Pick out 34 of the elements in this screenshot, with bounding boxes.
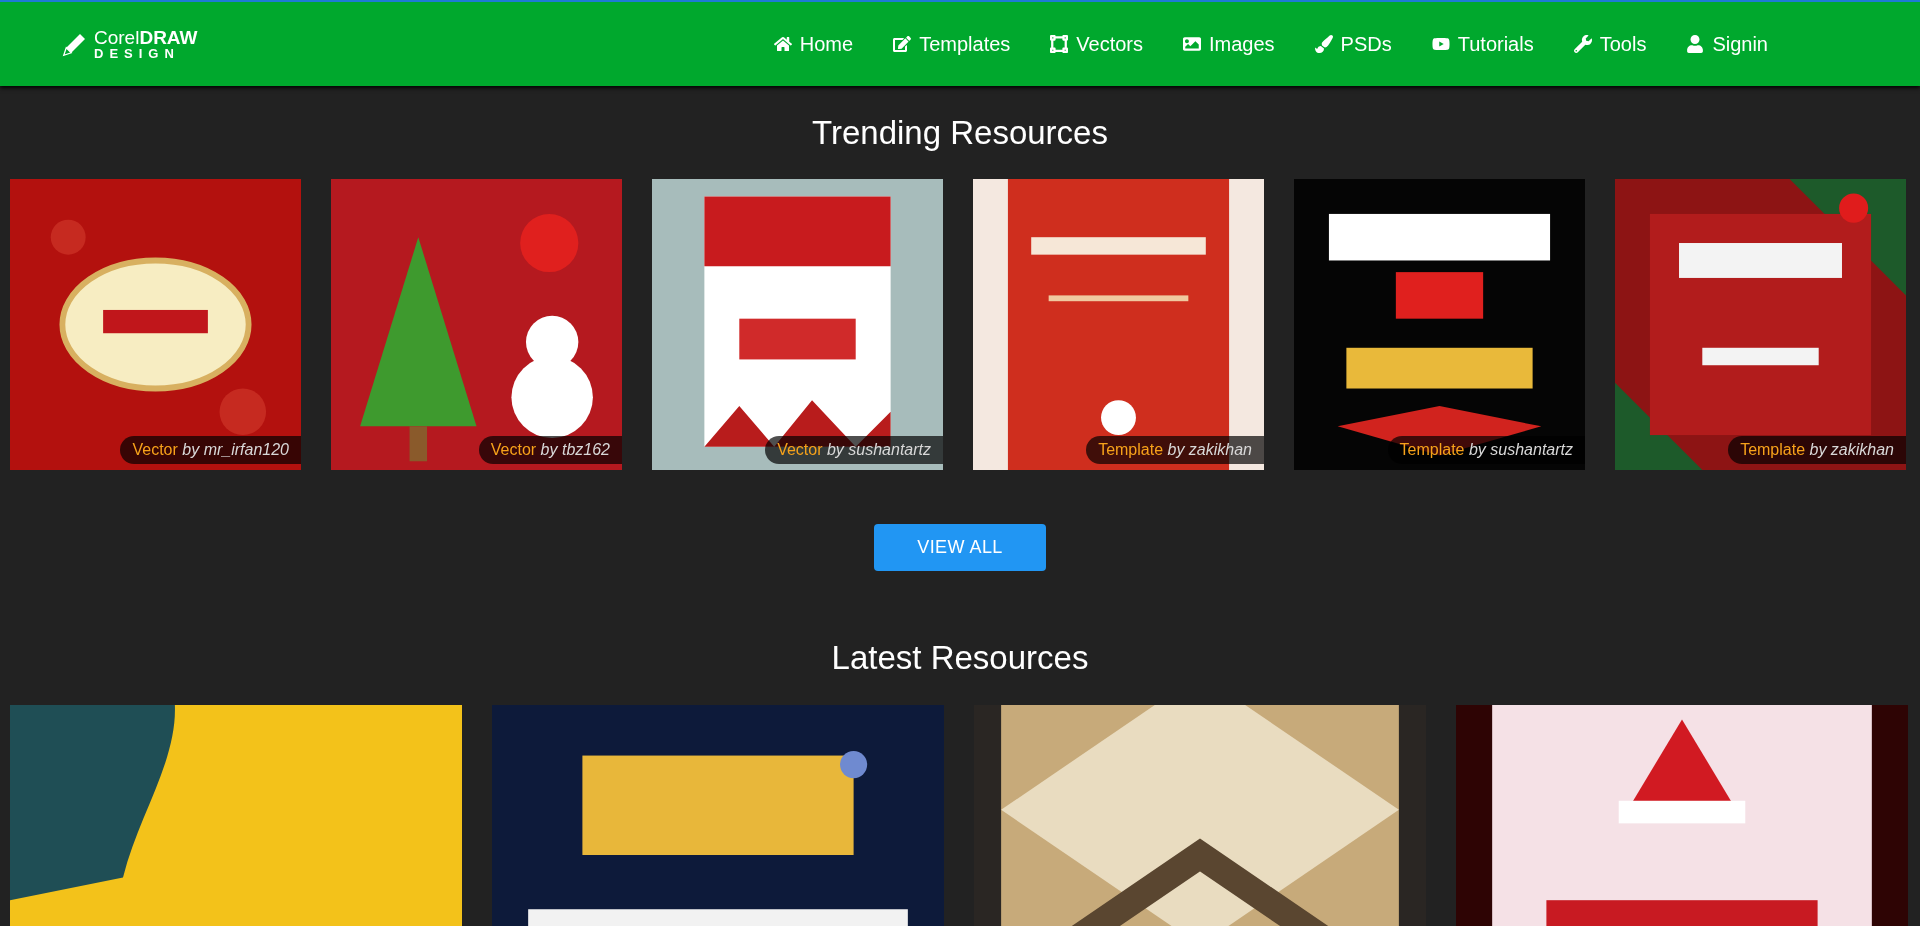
user-icon bbox=[1686, 35, 1705, 53]
card-caption: Template by sushantartz bbox=[1387, 436, 1585, 465]
brush-icon bbox=[1314, 35, 1333, 53]
nav-link[interactable]: Templates bbox=[893, 29, 1011, 59]
nav-link[interactable]: Signin bbox=[1686, 29, 1768, 59]
card-caption: Vector by tbz162 bbox=[478, 436, 622, 465]
nav-link[interactable]: Tools bbox=[1573, 29, 1647, 59]
edit-icon bbox=[893, 35, 912, 53]
resource-card[interactable]: Template by sushantartz bbox=[1294, 179, 1585, 471]
resource-card[interactable]: Vector by sushantartz bbox=[652, 179, 943, 471]
nav-link[interactable]: Images bbox=[1183, 29, 1275, 59]
home-icon bbox=[773, 35, 792, 53]
play-icon bbox=[1431, 35, 1450, 53]
logo-title: CorelDRAW bbox=[94, 28, 198, 47]
view-all-button[interactable]: VIEW ALL bbox=[874, 524, 1046, 572]
resource-card[interactable]: Template by zakikhan bbox=[973, 179, 1264, 471]
nav-link[interactable]: Tutorials bbox=[1431, 29, 1534, 59]
section-title: Latest Resources bbox=[830, 638, 1090, 679]
resource-card[interactable]: Vector by tbz162 bbox=[331, 179, 622, 471]
image-icon bbox=[1183, 35, 1201, 53]
card-caption: Vector by mr_irfan120 bbox=[120, 436, 301, 465]
section-title: Trending Resources bbox=[811, 113, 1109, 153]
card-caption: Vector by sushantartz bbox=[765, 436, 943, 465]
resource-card[interactable]: Vector by mr_irfan120 bbox=[10, 179, 301, 471]
logo[interactable]: CorelDRAW DESIGN bbox=[60, 28, 198, 60]
nav-link[interactable]: Home bbox=[773, 29, 854, 59]
card-caption: Template by zakikhan bbox=[1086, 436, 1264, 465]
vector-icon bbox=[1050, 35, 1069, 53]
resource-card[interactable]: Template by zakikhan bbox=[1615, 179, 1906, 471]
wrench-icon bbox=[1573, 35, 1592, 53]
nav-link[interactable]: Vectors bbox=[1050, 29, 1143, 59]
card-caption: Template by zakikhan bbox=[1728, 436, 1906, 465]
logo-subtitle: DESIGN bbox=[94, 47, 181, 60]
nav-link[interactable]: PSDs bbox=[1314, 29, 1392, 59]
